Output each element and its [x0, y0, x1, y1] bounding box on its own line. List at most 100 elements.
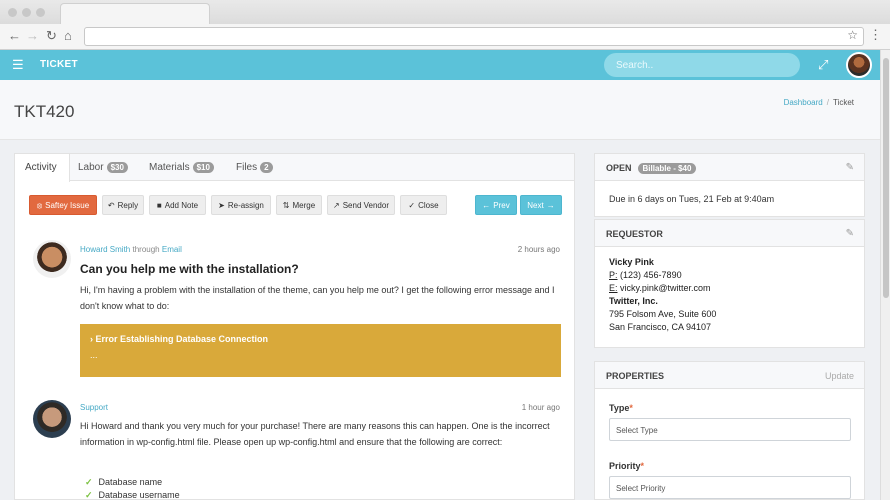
- reply-icon: ↶: [107, 201, 115, 210]
- requestor-details: Vicky Pink P: (123) 456-7890 E: vicky.pi…: [609, 256, 716, 334]
- author-link[interactable]: Support: [80, 403, 108, 412]
- breadcrumb-dashboard-link[interactable]: Dashboard: [784, 98, 823, 107]
- properties-title: PROPERTIES: [606, 371, 665, 381]
- message-meta: Howard Smith through Email: [80, 245, 182, 254]
- tab-materials[interactable]: Materials $10: [149, 154, 214, 181]
- arrow-left-icon[interactable]: ←: [8, 28, 21, 43]
- close-button[interactable]: ✓ Close: [400, 195, 447, 215]
- check-icon: ✓: [85, 490, 93, 500]
- requestor-phone: P: (123) 456-7890: [609, 270, 682, 280]
- requestor-address-line1: 795 Folsom Ave, Suite 600: [609, 309, 717, 319]
- window-maximize-dot[interactable]: [36, 8, 45, 17]
- hamburger-menu-icon[interactable]: ☰: [12, 57, 24, 73]
- arrow-right-icon: →: [546, 201, 555, 210]
- billable-badge: Billable - $40: [637, 163, 697, 174]
- type-select[interactable]: Select Type: [609, 418, 851, 441]
- lifebuoy-icon: ⦻: [36, 201, 43, 210]
- status-card: OPEN Billable - $40 ✎ Due in 6 days on Tu…: [594, 153, 865, 217]
- properties-card-header: PROPERTIES Update: [595, 362, 864, 389]
- due-date: Due in 6 days on Tues, 21 Feb at 9:40am: [609, 194, 775, 204]
- requestor-card-header: REQUESTOR ✎: [595, 220, 864, 247]
- message-time: 2 hours ago: [517, 245, 560, 254]
- requestor-name: Vicky Pink: [609, 257, 654, 267]
- star-icon[interactable]: ☆: [847, 28, 858, 42]
- tab-badge: $30: [106, 162, 128, 173]
- message-subject: Can you help me with the installation?: [80, 262, 299, 276]
- pencil-icon[interactable]: ✎: [846, 162, 854, 173]
- tab-activity[interactable]: Activity: [15, 154, 70, 182]
- kebab-menu-icon[interactable]: ⋮: [869, 27, 882, 43]
- tab-badge: $10: [192, 162, 214, 173]
- status-card-header: OPEN Billable - $40 ✎: [595, 154, 864, 181]
- type-label: Type*: [609, 403, 633, 413]
- safety-issue-button[interactable]: ⦻ Saftey Issue: [29, 195, 97, 215]
- requestor-card: REQUESTOR ✎ Vicky Pink P: (123) 456-7890…: [594, 219, 865, 348]
- requestor-address-line2: San Francisco, CA 94107: [609, 322, 712, 332]
- list-item: ✓ Database name: [85, 477, 163, 487]
- requestor-company: Twitter, Inc.: [609, 296, 658, 306]
- next-button[interactable]: Next →: [520, 195, 562, 215]
- external-link-icon: ↗: [333, 201, 340, 210]
- tab-badge: 2: [260, 162, 273, 173]
- check-icon: ✓: [408, 201, 416, 210]
- page-scrollbar[interactable]: [880, 50, 890, 500]
- prev-button[interactable]: ← Prev: [475, 195, 517, 215]
- browser-tab-strip: [0, 0, 890, 24]
- add-note-button[interactable]: ■ Add Note: [149, 195, 206, 215]
- tab-label: Materials: [149, 162, 190, 173]
- priority-select[interactable]: Select Priority: [609, 476, 851, 499]
- breadcrumb-separator: /: [826, 98, 829, 107]
- browser-tab[interactable]: [60, 3, 210, 24]
- send-icon: ➤: [218, 201, 225, 210]
- tab-labor[interactable]: Labor $30: [78, 154, 128, 181]
- app-header: ☰ TICKET ⤢: [0, 50, 880, 80]
- reply-button[interactable]: ↶ Reply: [102, 195, 144, 215]
- message-meta: Support: [80, 403, 108, 412]
- note-icon: ■: [156, 201, 162, 210]
- page-title: TKT420: [14, 102, 75, 121]
- search-input[interactable]: [604, 53, 800, 77]
- send-vendor-button[interactable]: ↗ Send Vendor: [327, 195, 395, 215]
- author-link[interactable]: Howard Smith: [80, 245, 130, 254]
- scrollbar-thumb[interactable]: [883, 58, 889, 298]
- reassign-button[interactable]: ➤ Re-assign: [211, 195, 271, 215]
- page-header: TKT420 Dashboard / Ticket: [0, 80, 880, 140]
- tab-label: Files: [236, 162, 258, 173]
- pencil-icon[interactable]: ✎: [846, 228, 854, 239]
- requestor-email: E: vicky.pink@twitter.com: [609, 283, 711, 293]
- priority-label: Priority*: [609, 461, 645, 471]
- window-close-dot[interactable]: [8, 8, 17, 17]
- check-icon: ✓: [85, 477, 93, 487]
- home-icon[interactable]: ⌂: [64, 28, 72, 43]
- message-time: 1 hour ago: [521, 403, 560, 412]
- arrow-right-icon[interactable]: →: [26, 28, 39, 43]
- activity-panel: Activity Labor $30 Materials $10 Files 2 ⦻ S…: [14, 153, 575, 500]
- browser-address-bar: ← → ↻ ⌂ ☆ ⋮: [0, 24, 890, 50]
- tab-label: Labor: [78, 162, 104, 173]
- tab-label: Activity: [25, 162, 57, 173]
- avatar: [33, 400, 71, 438]
- collapse-arrows-icon[interactable]: ⤢: [818, 57, 828, 73]
- breadcrumb-current: Ticket: [832, 98, 854, 107]
- requestor-title: REQUESTOR: [606, 229, 663, 239]
- ticket-tabs: Activity Labor $30 Materials $10 Files 2: [15, 154, 574, 182]
- channel-link[interactable]: Email: [162, 245, 182, 254]
- properties-card: PROPERTIES Update Type* Select Type Prio…: [594, 361, 865, 500]
- tab-files[interactable]: Files 2: [236, 154, 273, 181]
- list-item: ✓ Database username: [85, 490, 180, 500]
- url-input[interactable]: [84, 27, 864, 46]
- breadcrumb: Dashboard / Ticket: [784, 98, 854, 107]
- window-minimize-dot[interactable]: [22, 8, 31, 17]
- message-body: Hi, I'm having a problem with the instal…: [80, 285, 555, 311]
- merge-button[interactable]: ⇅ Merge: [276, 195, 322, 215]
- error-callout[interactable]: › Error Establishing Database Connection…: [80, 324, 561, 377]
- update-link[interactable]: Update: [825, 371, 854, 381]
- avatar: [33, 240, 71, 278]
- message-body: Hi Howard and thank you very much for yo…: [80, 421, 550, 447]
- reload-icon[interactable]: ↻: [46, 28, 57, 44]
- merge-icon: ⇅: [282, 201, 290, 210]
- user-avatar[interactable]: [846, 52, 872, 78]
- arrow-left-icon: ←: [482, 201, 491, 210]
- via-word: through: [132, 245, 160, 254]
- app-title: TICKET: [40, 59, 78, 70]
